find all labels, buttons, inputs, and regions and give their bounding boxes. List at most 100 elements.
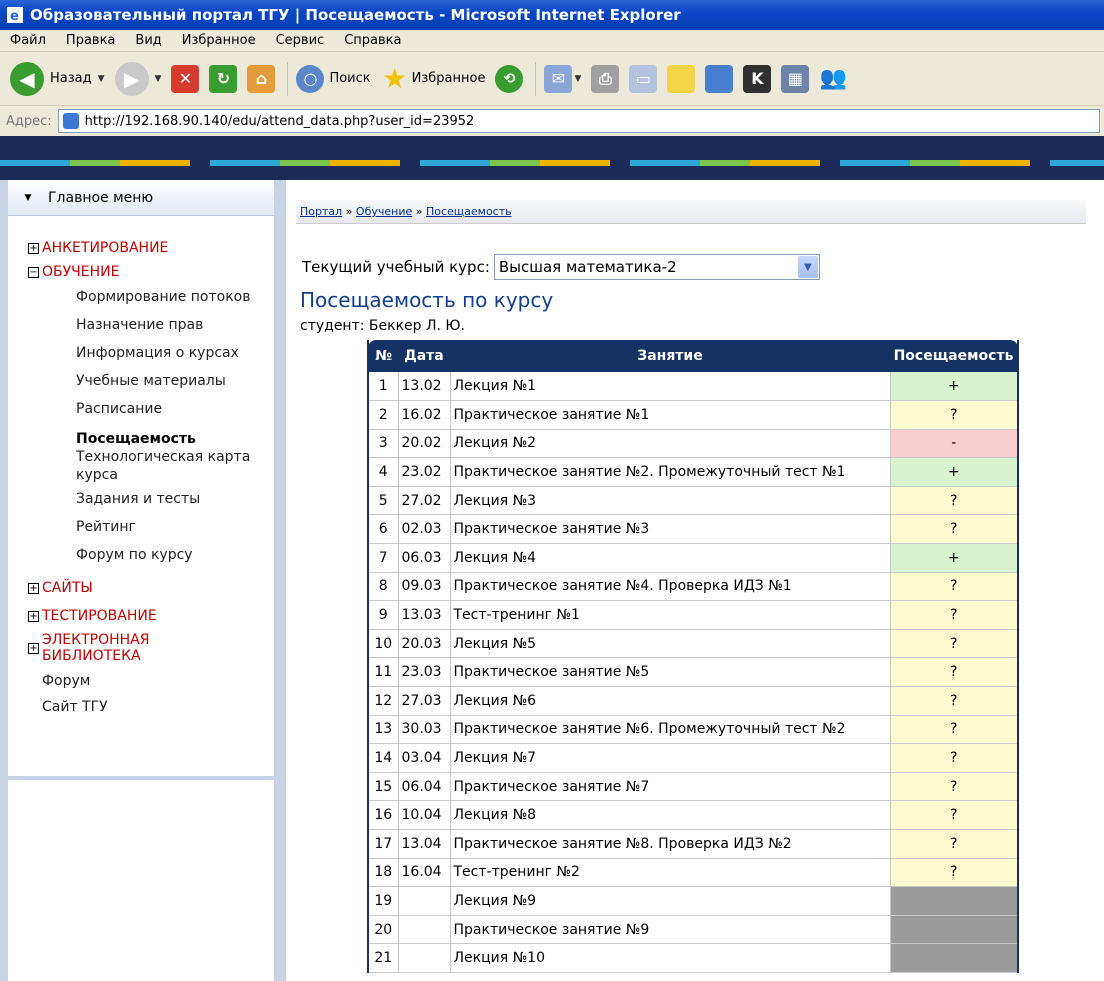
row-number: 11 <box>368 657 399 688</box>
table-row: 9 13.03 Тест-тренинг №1? <box>368 600 1018 630</box>
favorites-button[interactable]: ★ Избранное <box>381 62 486 95</box>
breadcrumb-learning[interactable]: Обучение <box>356 205 412 218</box>
address-input[interactable]: http://192.168.90.140/edu/attend_data.ph… <box>57 109 1100 133</box>
row-number: 14 <box>368 743 399 773</box>
sidebar-item-tasks[interactable]: Задания и тесты <box>76 490 274 508</box>
menu-favorites[interactable]: Избранное <box>172 33 266 48</box>
collapse-arrow-icon[interactable]: ▼ <box>8 193 48 203</box>
row-number: 17 <box>368 829 399 859</box>
users-button[interactable]: 👥 <box>819 65 847 93</box>
student-name: студент: Беккер Л. Ю. <box>300 318 465 334</box>
menu-help[interactable]: Справка <box>334 33 411 48</box>
sidebar-section-learning[interactable]: − ОБУЧЕНИЕ <box>28 260 274 284</box>
table-row: 18 16.04 Тест-тренинг №2? <box>368 858 1018 888</box>
menu-edit[interactable]: Правка <box>56 33 125 48</box>
expand-icon[interactable]: + <box>28 610 39 622</box>
research-button[interactable]: ▦ <box>781 64 810 93</box>
print-button[interactable]: ⎙ <box>591 64 620 93</box>
favorites-label: Избранное <box>411 71 486 86</box>
search-button[interactable]: ○ Поиск <box>296 64 371 93</box>
print-icon: ⎙ <box>591 64 620 93</box>
row-number: 20 <box>368 915 399 945</box>
sidebar-item-attendance[interactable]: Посещаемость <box>76 430 274 448</box>
menu-view[interactable]: Вид <box>125 33 171 48</box>
breadcrumb-attendance[interactable]: Посещаемость <box>426 205 512 218</box>
window-titlebar[interactable]: e Образовательный портал ТГУ | Посещаемо… <box>0 0 1104 30</box>
menu-tools[interactable]: Сервис <box>266 33 335 48</box>
back-dropdown-icon[interactable]: ▼ <box>98 74 105 84</box>
row-number: 4 <box>368 457 399 487</box>
row-topic: Практическое занятие №4. Проверка ИДЗ №1 <box>450 572 891 602</box>
refresh-button[interactable]: ↻ <box>209 64 238 93</box>
menu-bar: Файл Правка Вид Избранное Сервис Справка <box>0 30 1104 52</box>
section-label: ЭЛЕКТРОННАЯ БИБЛИОТЕКА <box>42 632 150 664</box>
expand-icon[interactable]: + <box>28 242 39 254</box>
row-date <box>398 886 451 916</box>
row-topic: Тест-тренинг №2 <box>450 858 891 888</box>
row-date: 13.04 <box>398 829 451 859</box>
sidebar-section-testing[interactable]: + ТЕСТИРОВАНИЕ <box>28 604 274 628</box>
k-button[interactable]: K <box>743 64 772 93</box>
row-number: 5 <box>368 486 399 516</box>
section-label: ТЕСТИРОВАНИЕ <box>42 608 157 624</box>
course-label: Текущий учебный курс: <box>302 258 490 276</box>
mail-dropdown-icon[interactable]: ▼ <box>574 74 581 84</box>
forward-dropdown-icon[interactable]: ▼ <box>155 74 162 84</box>
chevron-down-icon[interactable]: ▼ <box>797 256 818 278</box>
row-date: 27.03 <box>398 686 451 716</box>
back-arrow-icon: ◀ <box>10 61 44 96</box>
row-attendance-status: ? <box>890 600 1018 630</box>
sidebar-item-course-forum[interactable]: Форум по курсу <box>76 546 274 564</box>
table-row: 14 03.04 Лекция №7? <box>368 743 1018 773</box>
table-row: 5 27.02 Лекция №3? <box>368 486 1018 516</box>
edit-button[interactable]: ▭ <box>629 64 658 93</box>
history-button[interactable]: ⟲ <box>495 64 524 93</box>
breadcrumb-sep: » <box>412 205 426 218</box>
sidebar-item-course-info[interactable]: Информация о курсах <box>76 344 274 362</box>
discuss-button[interactable] <box>667 64 696 93</box>
home-button[interactable]: ⌂ <box>247 64 276 93</box>
course-select[interactable]: Высшая математика-2 ▼ <box>493 254 820 280</box>
users-icon: 👥 <box>819 66 848 91</box>
address-url: http://192.168.90.140/edu/attend_data.ph… <box>84 113 475 129</box>
sidebar-item-rating[interactable]: Рейтинг <box>76 518 274 536</box>
sidebar-item-forum[interactable]: Форум <box>42 668 274 694</box>
row-number: 10 <box>368 629 399 659</box>
stop-button[interactable]: ✕ <box>171 64 200 93</box>
table-row: 15 06.04 Практическое занятие №7? <box>368 772 1018 802</box>
row-attendance-status: ? <box>890 400 1018 430</box>
sidebar-item-schedule[interactable]: Расписание <box>76 400 274 418</box>
section-label: САЙТЫ <box>42 580 93 596</box>
sidebar-item-course-map[interactable]: Технологическая карта курса <box>76 448 274 484</box>
toolbar-separator <box>287 61 289 96</box>
breadcrumb-portal[interactable]: Портал <box>300 205 342 218</box>
row-topic: Практическое занятие №9 <box>450 915 891 945</box>
mail-button[interactable]: ✉ ▼ <box>544 64 581 93</box>
row-date: 20.03 <box>398 629 451 659</box>
back-button[interactable]: ◀ Назад ▼ <box>10 61 105 96</box>
sidebar-section-sites[interactable]: + САЙТЫ <box>28 576 274 600</box>
messenger-button[interactable] <box>705 64 734 93</box>
forward-button[interactable]: ▶ ▼ <box>114 61 162 96</box>
sidebar-item-streams[interactable]: Формирование потоков <box>76 288 274 306</box>
note-icon <box>667 64 696 93</box>
course-selected-value: Высшая математика-2 <box>498 258 677 276</box>
sidebar-header-label: Главное меню <box>48 189 154 206</box>
row-attendance-status: ? <box>890 743 1018 773</box>
row-date: 23.03 <box>398 657 451 688</box>
sidebar-item-rights[interactable]: Назначение прав <box>76 316 274 334</box>
expand-icon[interactable]: + <box>28 642 39 654</box>
menu-file[interactable]: Файл <box>0 33 56 48</box>
sidebar-section-library[interactable]: + ЭЛЕКТРОННАЯ БИБЛИОТЕКА <box>28 628 274 668</box>
row-date: 16.02 <box>398 400 451 430</box>
row-topic: Практическое занятие №3 <box>450 514 891 545</box>
collapse-icon[interactable]: − <box>28 266 39 278</box>
expand-icon[interactable]: + <box>28 582 39 594</box>
row-date <box>398 915 451 945</box>
row-number: 6 <box>368 514 399 545</box>
sidebar-item-site[interactable]: Сайт ТГУ <box>42 694 274 720</box>
row-topic: Лекция №6 <box>450 686 891 716</box>
sidebar-header[interactable]: ▼ Главное меню <box>8 180 274 216</box>
sidebar-item-materials[interactable]: Учебные материалы <box>76 372 274 390</box>
sidebar-section-survey[interactable]: + АНКЕТИРОВАНИЕ <box>28 236 274 260</box>
